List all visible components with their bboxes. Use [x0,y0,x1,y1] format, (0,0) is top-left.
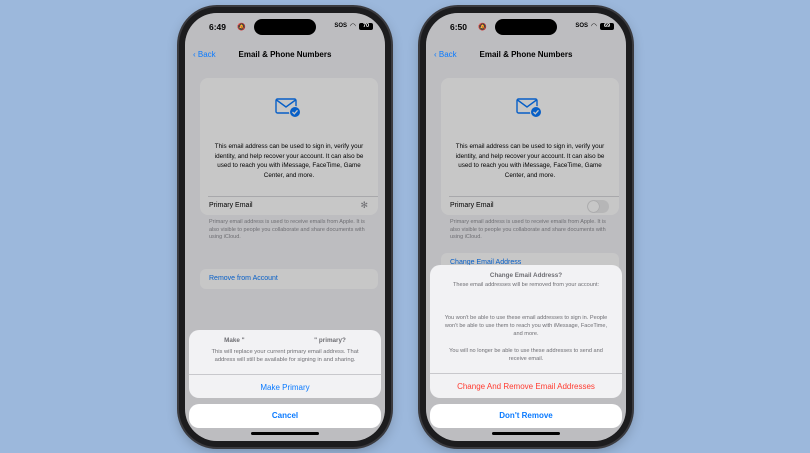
sheet-title: Change Email Address? [489,272,563,279]
home-indicator [251,432,319,435]
sheet-message-email: You will no longer be able to use these … [449,348,603,362]
sheet-divider [189,374,381,375]
right-phone: 6:50 🔕 SOS ◠ 69 ‹ Back Email & Phone Num… [420,7,632,447]
right-screen: 6:50 🔕 SOS ◠ 69 ‹ Back Email & Phone Num… [426,13,626,441]
sheet-title-end: " primary? [314,337,346,344]
status-time: 6:50 [450,22,468,32]
sheet-divider [430,373,622,374]
wifi-icon: ◠ [349,23,356,30]
bell-muted-icon: 🔕 [478,24,487,31]
change-email-sheet: Change Email Address? These email addres… [430,265,622,398]
sheet-message-signin: You won't be able to use these email add… [444,315,608,337]
dynamic-island [495,19,557,35]
sheet-title-start: Make " [224,337,245,344]
bell-muted-icon: 🔕 [237,24,246,31]
sos-indicator: SOS [334,23,347,29]
sheet-title: Make " " primary? [189,337,381,344]
dont-remove-button[interactable]: Don't Remove [430,404,622,428]
nav-bar: ‹ Back Email & Phone Numbers [185,45,385,67]
battery-icon: 70 [359,23,373,30]
sheet-subtitle: These email addresses will be removed fr… [452,282,600,288]
make-primary-sheet: Make " " primary? This will replace your… [189,330,381,398]
nav-bar: ‹ Back Email & Phone Numbers [426,45,626,67]
page-title: Email & Phone Numbers [238,50,332,59]
home-indicator [492,432,560,435]
make-primary-button[interactable]: Make Primary [189,383,381,392]
status-time: 6:49 [209,22,227,32]
dynamic-island [254,19,316,35]
wifi-icon: ◠ [590,23,597,30]
sos-indicator: SOS [575,23,588,29]
page-title: Email & Phone Numbers [479,50,573,59]
left-phone: 6:49 🔕 SOS ◠ 70 ‹ Back Email & Phone Num… [179,7,391,447]
battery-icon: 69 [600,23,614,30]
left-screen: 6:49 🔕 SOS ◠ 70 ‹ Back Email & Phone Num… [185,13,385,441]
change-and-remove-button[interactable]: Change And Remove Email Addresses [430,382,622,391]
sheet-message: This will replace your current primary e… [211,349,359,363]
cancel-button[interactable]: Cancel [189,404,381,428]
